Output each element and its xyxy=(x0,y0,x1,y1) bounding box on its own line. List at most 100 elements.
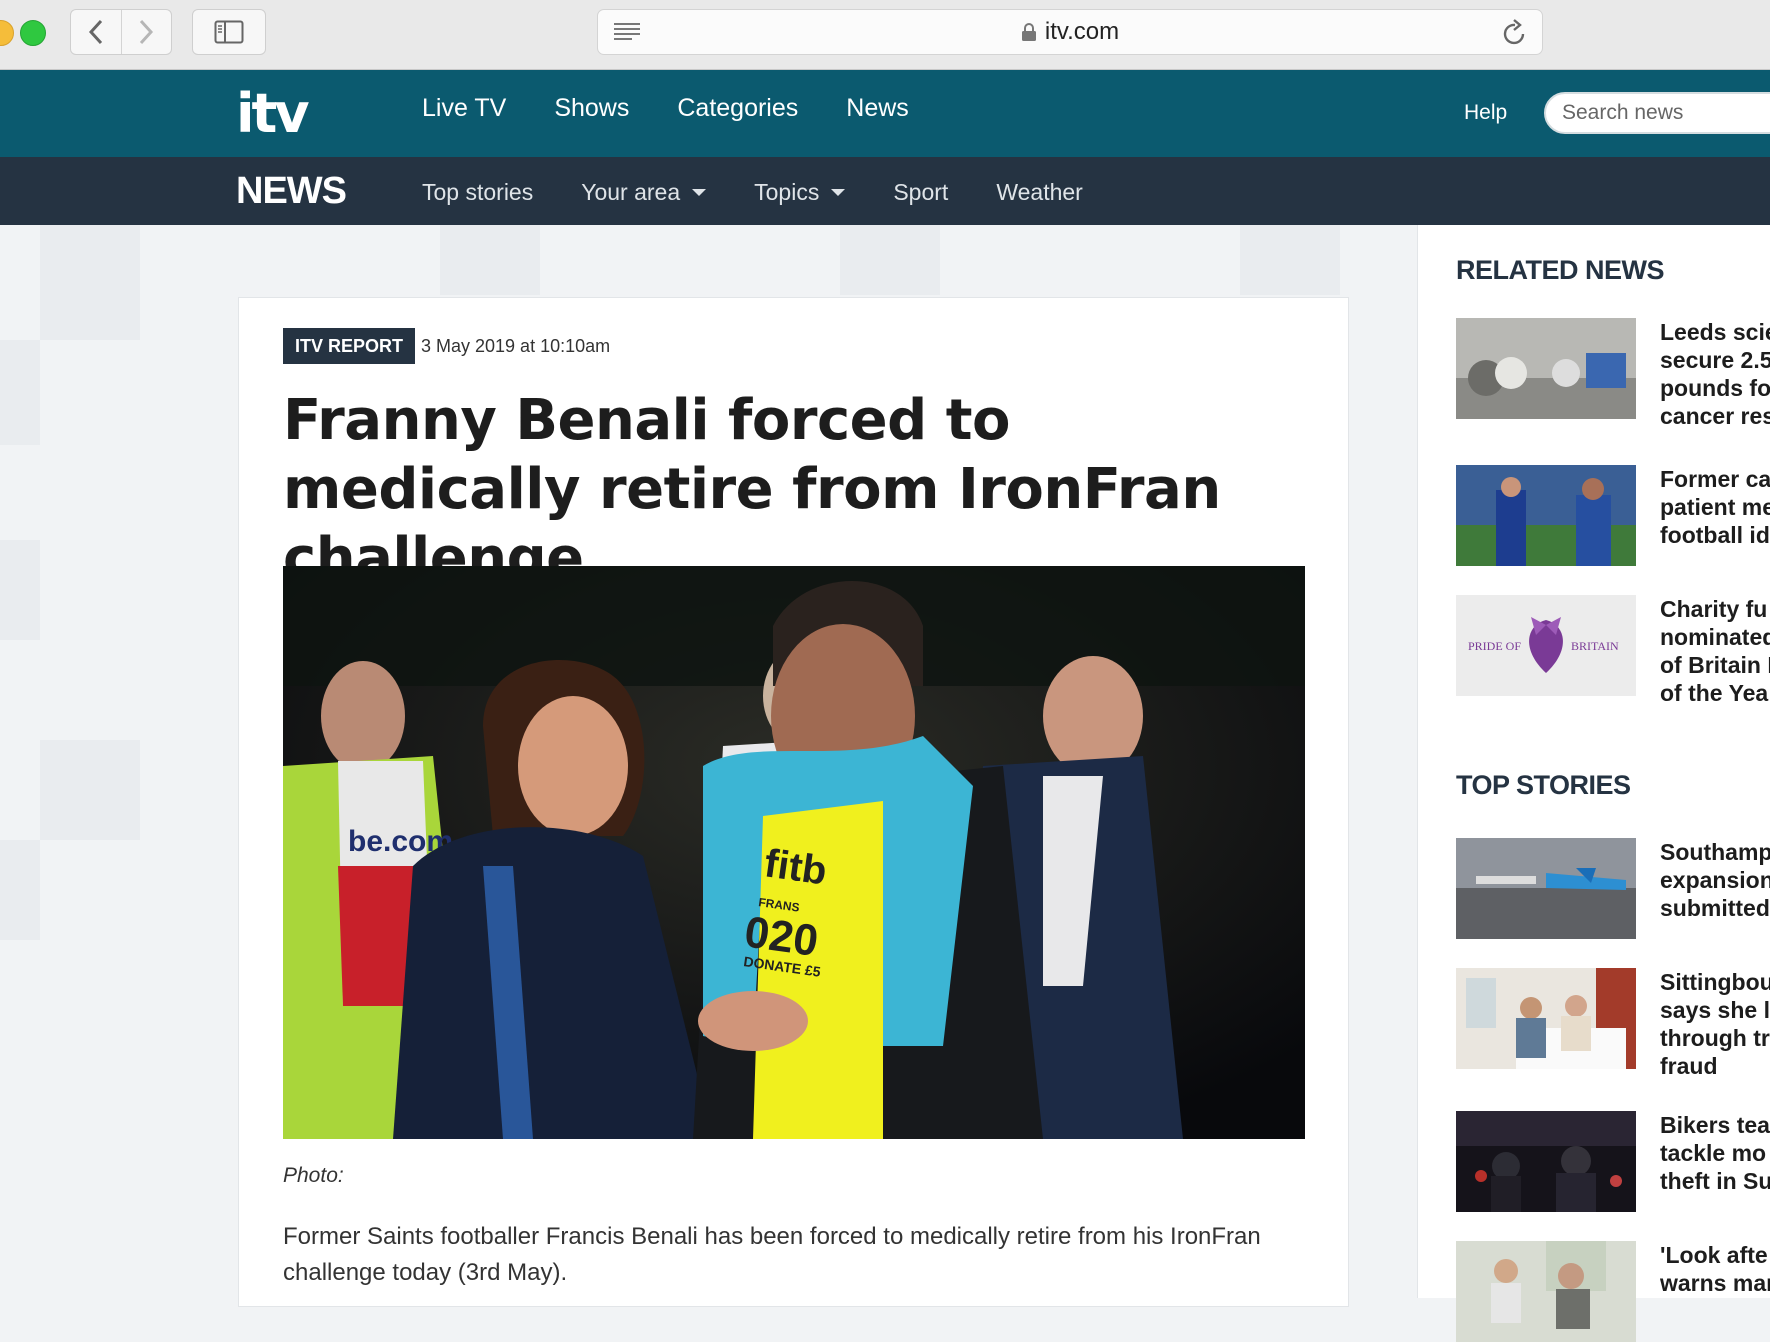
background-tile xyxy=(0,540,40,640)
news-subnav: NEWS Top stories Your area Topics Sport … xyxy=(0,157,1770,225)
photo-caption: Photo: xyxy=(283,1164,344,1187)
story-title-line: Leeds scie xyxy=(1660,319,1770,345)
background-tile xyxy=(0,840,40,940)
story-title: Former ca patient me football id xyxy=(1660,465,1770,549)
article-body: Former Saints footballer Francis Benali … xyxy=(283,1223,1261,1286)
address-bar[interactable]: itv.com xyxy=(597,9,1543,55)
story-title-line: Sittingbou xyxy=(1660,969,1770,995)
background-tile xyxy=(1240,225,1340,295)
nav-shows[interactable]: Shows xyxy=(554,94,629,123)
story-title: Bikers tea tackle mo theft in Su xyxy=(1660,1111,1770,1195)
caret-down-icon xyxy=(831,189,846,196)
pride-logo-right: BRITAIN xyxy=(1571,639,1619,653)
story-title-line: Charity fu xyxy=(1660,596,1768,622)
story-thumbnail xyxy=(1456,1241,1636,1342)
article-date: 3 May 2019 at 10:10am xyxy=(421,336,611,356)
story-title-line: Former ca xyxy=(1660,466,1770,492)
itv-header: itv Live TV Shows Categories News Help S… xyxy=(0,70,1770,157)
subnav-label: Your area xyxy=(581,179,681,205)
background-tile xyxy=(40,740,140,840)
story-title: Southamp expansion submitted xyxy=(1660,838,1770,922)
story-title-line: warns mar xyxy=(1660,1270,1770,1296)
story-title-line: fraud xyxy=(1660,1053,1718,1079)
story-title-line: of Britain F xyxy=(1660,652,1770,678)
story-title: Sittingbou says she lo through tr fraud xyxy=(1660,968,1770,1080)
story-title-line: 'Look afte xyxy=(1660,1242,1768,1268)
story-title-line: of the Yea xyxy=(1660,680,1769,706)
top-stories-heading: TOP STORIES xyxy=(1456,770,1631,800)
story-title: Leeds scie secure 2.5 pounds fo cancer r… xyxy=(1660,318,1770,430)
story-title-line: patient me xyxy=(1660,494,1770,520)
story-title-line: tackle mo xyxy=(1660,1140,1767,1166)
nav-news[interactable]: News xyxy=(846,94,909,123)
subnav-top-stories[interactable]: Top stories xyxy=(422,179,533,206)
subnav-label: Weather xyxy=(996,179,1083,205)
related-story-3[interactable]: PRIDE OF BRITAIN Charity fu nominated of… xyxy=(1456,595,1770,706)
article-photo[interactable]: be.com fitb FRANS 020 DONATE £5 xyxy=(283,566,1305,1139)
history-nav xyxy=(70,9,172,55)
background-tile xyxy=(40,225,140,340)
browser-toolbar: itv.com xyxy=(0,0,1770,70)
subnav-your-area[interactable]: Your area xyxy=(581,179,707,206)
itv-report-badge: ITV REPORT xyxy=(283,328,416,364)
story-title-line: football id xyxy=(1660,522,1770,548)
story-title-line: says she lo xyxy=(1660,997,1770,1023)
story-thumbnail xyxy=(1456,838,1636,939)
story-title: Charity fu nominated of Britain F of the… xyxy=(1660,595,1770,707)
background-tile xyxy=(840,225,940,295)
pride-logo-left: PRIDE OF xyxy=(1468,639,1521,653)
forward-button[interactable] xyxy=(120,10,172,54)
nav-categories[interactable]: Categories xyxy=(677,94,798,123)
help-link[interactable]: Help xyxy=(1464,101,1507,125)
related-story-1[interactable]: Leeds scie secure 2.5 pounds fo cancer r… xyxy=(1456,318,1770,429)
background-tile xyxy=(0,340,40,445)
background-tile xyxy=(440,225,540,295)
news-brand[interactable]: NEWS xyxy=(236,170,347,213)
right-sidebar: RELATED NEWS Leeds scie secure 2.5 pound… xyxy=(1417,225,1770,1342)
sidebar-toggle-button[interactable] xyxy=(192,9,266,55)
story-thumbnail xyxy=(1456,968,1636,1069)
story-thumbnail xyxy=(1456,318,1636,419)
story-title-line: pounds fo xyxy=(1660,375,1770,401)
related-news-heading: RELATED NEWS xyxy=(1456,255,1665,285)
story-title-line: submitted xyxy=(1660,895,1770,921)
subnav-topics[interactable]: Topics xyxy=(754,179,846,206)
reload-icon[interactable] xyxy=(1502,19,1528,47)
chevron-right-icon xyxy=(140,19,154,45)
sidebar-icon xyxy=(214,20,244,44)
zoom-window-button[interactable] xyxy=(20,20,46,46)
story-thumbnail xyxy=(1456,465,1636,566)
top-story-3[interactable]: Bikers tea tackle mo theft in Su xyxy=(1456,1111,1770,1212)
related-story-2[interactable]: Former ca patient me football id xyxy=(1456,465,1770,566)
subnav-label: Topics xyxy=(754,179,820,205)
story-title-line: Southamp xyxy=(1660,839,1770,865)
lock-icon xyxy=(1021,23,1036,41)
back-button[interactable] xyxy=(71,10,121,54)
main-nav: Live TV Shows Categories News xyxy=(422,94,957,123)
story-title: 'Look afte warns mar xyxy=(1660,1241,1770,1297)
search-news-input[interactable]: Search news xyxy=(1544,92,1770,134)
top-story-2[interactable]: Sittingbou says she lo through tr fraud xyxy=(1456,968,1770,1079)
story-thumbnail: PRIDE OF BRITAIN xyxy=(1456,595,1636,696)
subnav-label: Top stories xyxy=(422,179,534,205)
story-title-line: expansion xyxy=(1660,867,1770,893)
story-thumbnail xyxy=(1456,1111,1636,1212)
nav-live-tv[interactable]: Live TV xyxy=(422,94,506,123)
minimize-window-button[interactable] xyxy=(0,20,14,46)
reader-view-icon[interactable] xyxy=(612,21,642,43)
story-title-line: through tr xyxy=(1660,1025,1770,1051)
shirt-fitbit-text: fitb xyxy=(762,841,830,893)
subnav-sport[interactable]: Sport xyxy=(893,179,948,206)
chevron-left-icon xyxy=(88,19,102,45)
subnav-weather[interactable]: Weather xyxy=(996,179,1083,206)
article-headline: Franny Benali forced to medically retire… xyxy=(283,388,1221,591)
photo-illustration: be.com fitb FRANS 020 DONATE £5 xyxy=(283,566,1305,1139)
story-title-line: cancer res xyxy=(1660,403,1770,429)
itv-logo[interactable]: itv xyxy=(236,82,310,145)
story-title-line: Bikers tea xyxy=(1660,1112,1770,1138)
url-text: itv.com xyxy=(1044,18,1120,45)
story-title-line: theft in Su xyxy=(1660,1168,1770,1194)
top-story-4[interactable]: 'Look afte warns mar xyxy=(1456,1241,1770,1342)
caret-down-icon xyxy=(692,189,707,196)
top-story-1[interactable]: Southamp expansion submitted xyxy=(1456,838,1770,939)
